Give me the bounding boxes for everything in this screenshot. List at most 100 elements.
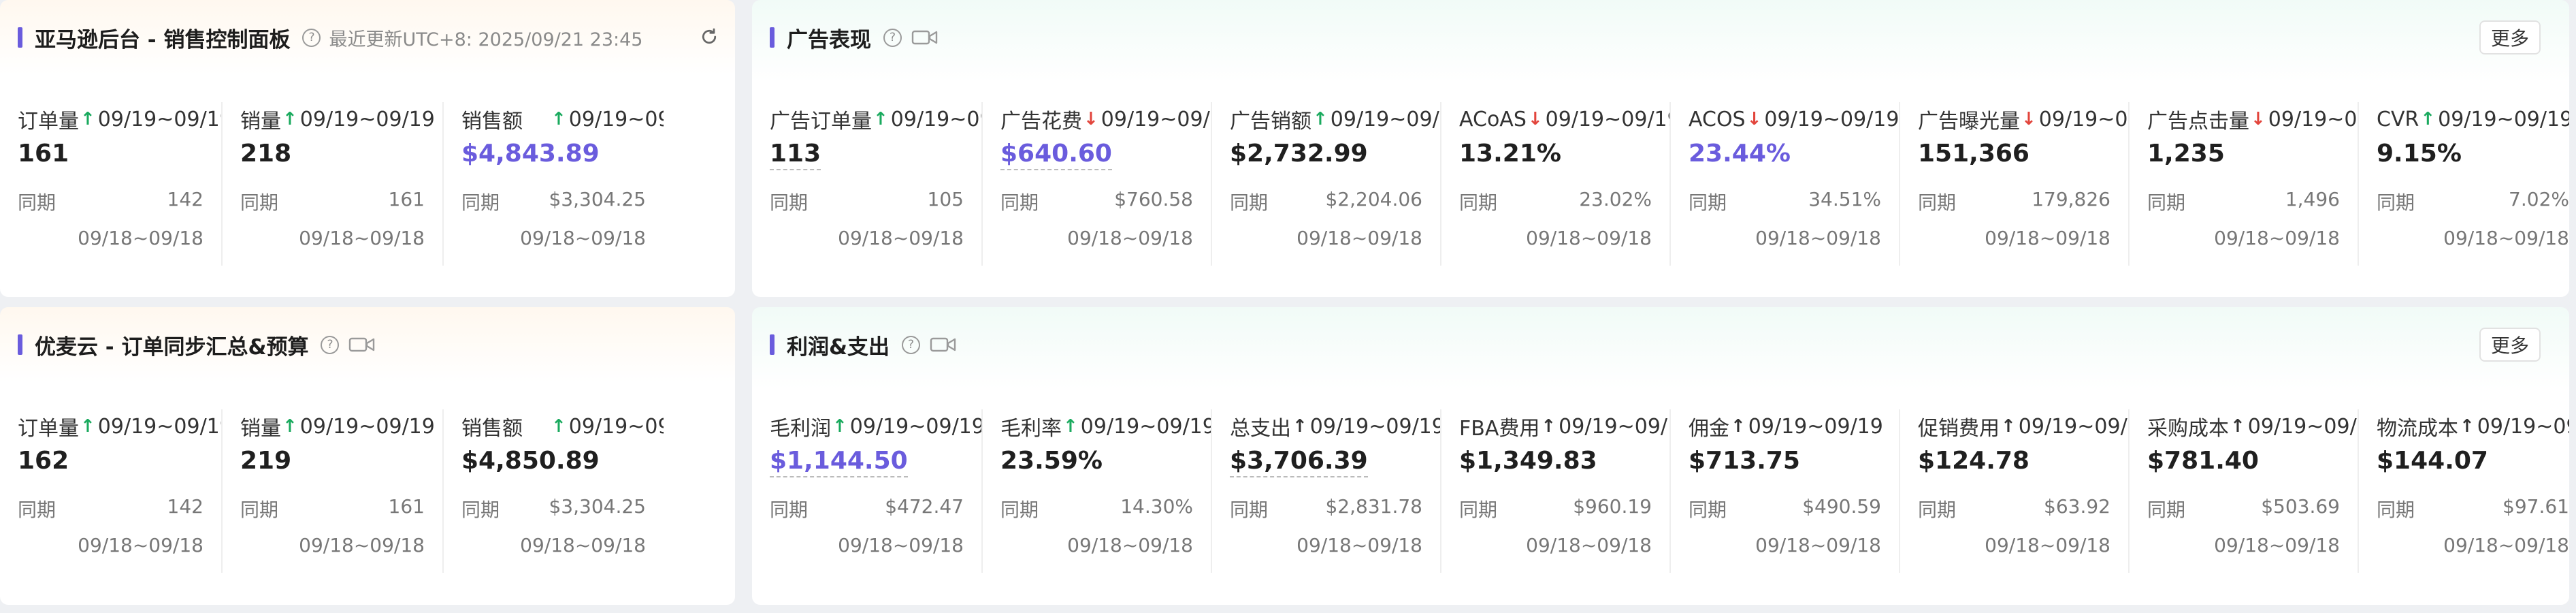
metric-label: 销量 — [240, 110, 281, 133]
metric-date-range: 09/19~09/19 — [890, 107, 981, 131]
metric-label: 订单量 — [18, 417, 79, 440]
metric-header: 总支出 ↑ 09/19~09/19 — [1230, 413, 1440, 441]
previous-value: 34.51% — [1808, 188, 1881, 210]
metric-header: ACoAS ↓ 09/19~09/19 — [1459, 106, 1669, 133]
metric-header: 订单量 ↑ 09/19~09/19 — [18, 413, 221, 441]
metric-previous: 同期 105 — [770, 188, 964, 215]
video-camera-icon[interactable] — [930, 335, 957, 354]
metric-value: 151,366 — [1918, 140, 2029, 168]
metric-cell: 广告点击量↓09/19~09/19 1,235 同期 1,496 09/18~09/18 — [2128, 102, 2358, 266]
previous-label: 同期 — [461, 499, 500, 521]
previous-date-range: 09/18~09/18 — [78, 534, 203, 556]
previous-date-range: 09/18~09/18 — [1755, 534, 1881, 556]
previous-date-range: 09/18~09/18 — [1985, 227, 2110, 249]
metric-label: FBA费用 — [1459, 417, 1540, 440]
metric-cell: 毛利率 ↑ 09/19~09/19 23.59% 同期 14.30% 09/18~09/18 — [981, 409, 1211, 573]
previous-label: 同期 — [1459, 499, 1498, 521]
previous-label: 同期 — [2377, 191, 2415, 214]
metric-value: $4,843.89 — [461, 140, 600, 168]
metric-previous: 同期 $3,304.25 — [461, 188, 646, 215]
metric-label: 采购成本 — [2147, 417, 2229, 440]
previous-date-range: 09/18~09/18 — [2443, 227, 2569, 249]
help-circle-icon[interactable]: ? — [321, 335, 340, 354]
metric-header: 佣金 ↑ 09/19~09/19 — [1689, 413, 1899, 441]
metric-header: 销量 ↑ 09/19~09/19 — [240, 413, 442, 441]
metric-date-range: 09/19~09/19 — [568, 414, 664, 439]
metric-date-range: 09/19~09/19 — [97, 414, 221, 439]
previous-value: 7.02% — [2509, 188, 2569, 210]
previous-label: 同期 — [1230, 191, 1269, 214]
metric-previous: 同期 1,496 — [2147, 188, 2340, 215]
metric-previous: 同期 $490.59 — [1689, 495, 1881, 522]
metric-value: $1,349.83 — [1459, 447, 1597, 475]
metric-cell: 订单量 ↑ 09/19~09/19 161 同期 142 09/18~09/18 — [0, 102, 221, 266]
metric-date-range: 09/19~09/19 — [1748, 414, 1883, 439]
help-circle-icon[interactable]: ? — [302, 28, 321, 47]
last-update-text: 最近更新UTC+8: 2025/09/21 23:45 — [329, 29, 643, 50]
help-circle-icon[interactable]: ? — [902, 335, 921, 354]
metric-value[interactable]: $640.60 — [1000, 140, 1112, 170]
metric-cell: ACoAS ↓ 09/19~09/19 13.21% 同期 23.02% 09/18~09/… — [1440, 102, 1669, 266]
youmaiyun-card-title: 优麦云 - 订单同步汇总&预算 — [35, 334, 309, 360]
previous-date-range: 09/18~09/18 — [1526, 227, 1652, 249]
metric-header: 毛利润 ↑ 09/19~09/19 — [770, 413, 981, 441]
metric-label: 促销费用 — [1918, 417, 2000, 440]
help-circle-icon[interactable]: ? — [883, 28, 902, 47]
metric-cell: 销售额 ↑09/19~09/19 $4,850.89 同期 $3,304.25 09/18… — [442, 409, 664, 573]
ads-more-button[interactable]: 更多 — [2479, 20, 2541, 54]
metric-date-range: 09/19~09/19 — [1080, 414, 1211, 439]
video-camera-icon[interactable] — [348, 335, 376, 354]
metric-label: 毛利润 — [770, 417, 831, 440]
previous-label: 同期 — [1918, 499, 1957, 521]
metric-value: 218 — [240, 140, 292, 168]
profit-card-title: 利润&支出 — [787, 334, 890, 360]
previous-value: $3,304.25 — [549, 188, 646, 210]
previous-date-range: 09/18~09/18 — [1297, 534, 1422, 556]
previous-date-range: 09/18~09/18 — [299, 227, 425, 249]
metric-header: FBA费用↑09/19~09/19 — [1459, 413, 1669, 441]
trend-up-arrow-icon: ↑ — [282, 416, 297, 437]
metric-previous: 同期 14.30% — [1000, 495, 1193, 522]
previous-label: 同期 — [770, 191, 809, 214]
metric-previous: 同期 23.02% — [1459, 188, 1652, 215]
metric-previous: 同期 179,826 — [1918, 188, 2110, 215]
metric-label: 广告花费 — [1000, 110, 1082, 133]
metric-cell: ACOS ↓ 09/19~09/19 23.44% 同期 34.51% 09/18~09/1… — [1669, 102, 1899, 266]
previous-label: 同期 — [240, 191, 279, 214]
previous-value: 105 — [927, 188, 964, 210]
metric-value[interactable]: 113 — [770, 140, 821, 170]
metric-value[interactable]: $3,706.39 — [1230, 447, 1368, 477]
metric-previous: 同期 $960.19 — [1459, 495, 1652, 522]
previous-label: 同期 — [1689, 499, 1727, 521]
previous-label: 同期 — [1000, 191, 1039, 214]
previous-value: $63.92 — [2044, 495, 2110, 518]
trend-up-arrow-icon: ↑ — [80, 109, 95, 129]
video-camera-icon[interactable] — [911, 28, 939, 47]
metric-header: 订单量 ↑ 09/19~09/19 — [18, 106, 221, 133]
previous-label: 同期 — [1689, 191, 1727, 214]
previous-value: $3,304.25 — [549, 495, 646, 518]
metric-value: 1,235 — [2147, 140, 2225, 168]
metric-value[interactable]: $1,144.50 — [770, 447, 908, 477]
refresh-icon[interactable] — [698, 26, 720, 48]
metric-cell: 毛利润 ↑ 09/19~09/19 $1,144.50 同期 $472.47 09/18~0… — [752, 409, 981, 573]
metric-label: 广告点击量 — [2147, 110, 2249, 133]
metric-cell: 佣金 ↑ 09/19~09/19 $713.75 同期 $490.59 09/18~09/1… — [1669, 409, 1899, 573]
previous-date-range: 09/18~09/18 — [1985, 534, 2110, 556]
trend-up-arrow-icon: ↑ — [1292, 416, 1307, 437]
metric-date-range: 09/19~09/19 — [568, 107, 664, 131]
metric-header: 销量 ↑ 09/19~09/19 — [240, 106, 442, 133]
metric-previous: 同期 $97.61 — [2377, 495, 2569, 522]
previous-label: 同期 — [1459, 191, 1498, 214]
metric-label: 广告曝光量 — [1918, 110, 2020, 133]
previous-date-range: 09/18~09/18 — [2214, 227, 2340, 249]
profit-more-button[interactable]: 更多 — [2479, 328, 2541, 362]
metric-value: 13.21% — [1459, 140, 1561, 168]
metric-previous: 同期 $503.69 — [2147, 495, 2340, 522]
metric-value: 23.59% — [1000, 447, 1103, 475]
metric-value: 219 — [240, 447, 292, 475]
title-accent-bar — [770, 334, 775, 355]
trend-down-arrow-icon: ↓ — [2021, 109, 2036, 129]
previous-date-range: 09/18~09/18 — [2443, 534, 2569, 556]
metric-label: 广告订单量 — [770, 110, 872, 133]
